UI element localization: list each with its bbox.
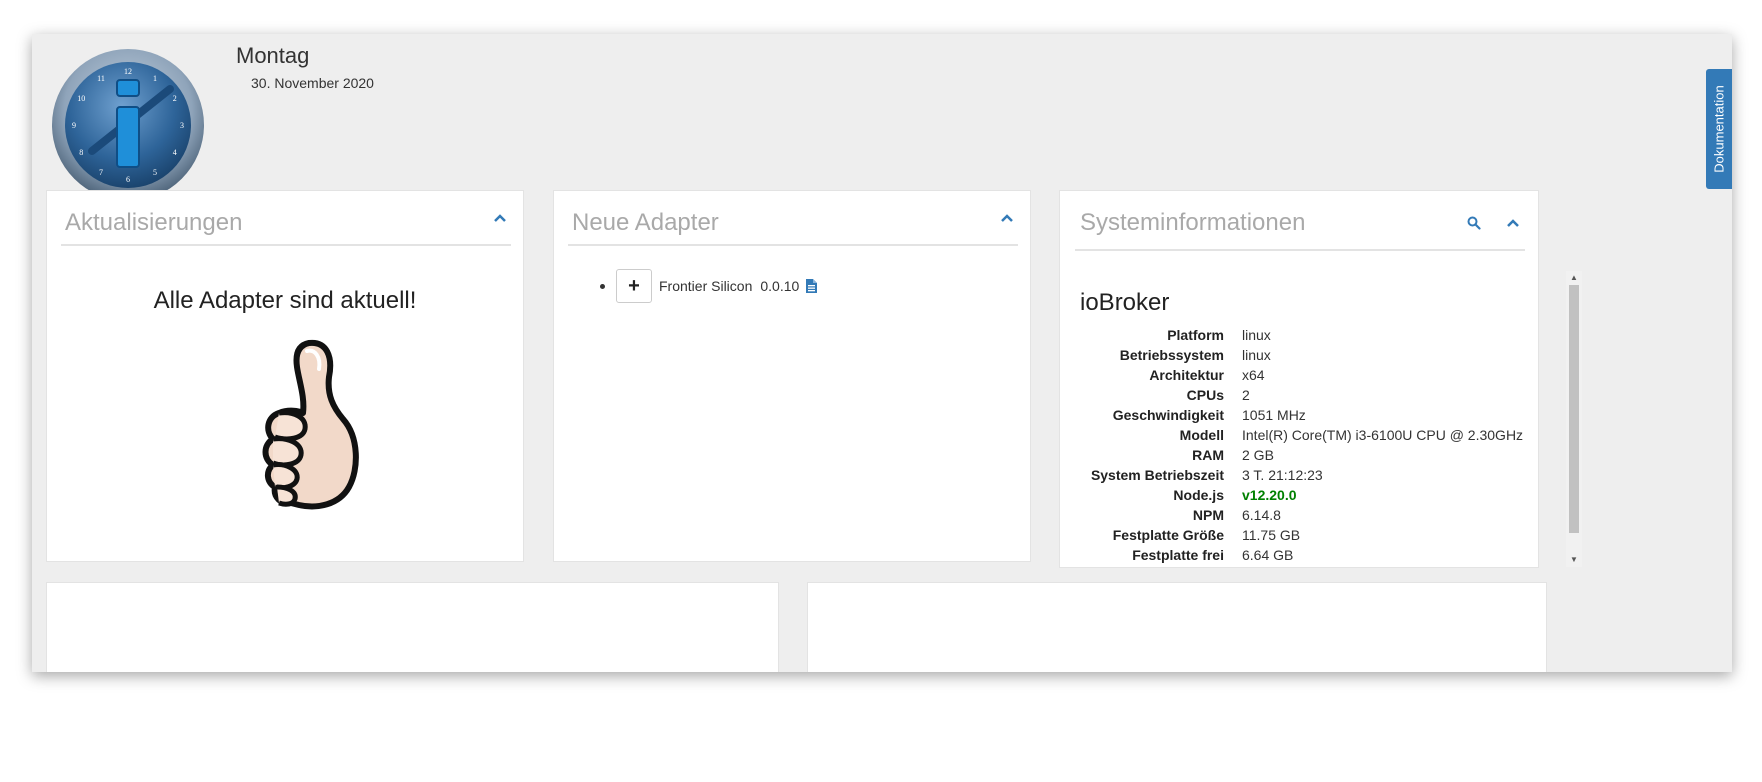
new-adapters-card: Neue Adapter + Frontier Silicon 0.0.10 [553, 190, 1031, 562]
info-value: linux [1242, 347, 1271, 363]
table-row: CPUs 2 [1080, 385, 1523, 405]
adapter-version: 0.0.10 [760, 278, 800, 294]
info-value: 11.75 GB [1242, 527, 1301, 543]
system-info-card: Systeminformationen ioBroker Platform lin… [1059, 190, 1582, 568]
table-row: System Betriebszeit 3 T. 21:12:23 [1080, 465, 1523, 485]
thumbs-up-icon [262, 339, 359, 510]
lower-left-card [46, 582, 779, 672]
clock-number: 6 [126, 175, 130, 184]
info-value: 1051 MHz [1242, 407, 1306, 423]
info-value: 6.64 GB [1242, 547, 1294, 563]
list-item: + Frontier Silicon 0.0.10 [600, 269, 818, 303]
scrollbar-thumb[interactable] [1569, 285, 1579, 533]
info-value: Intel(R) Core(TM) i3-6100U CPU @ 2.30GHz [1242, 427, 1524, 443]
chevron-up-icon[interactable] [1506, 216, 1520, 230]
info-key: Geschwindigkeit [1112, 407, 1224, 423]
updates-status-text: Alle Adapter sind aktuell! [153, 287, 417, 314]
info-value: v12.20.0 [1242, 487, 1297, 503]
system-info-divider [1075, 249, 1525, 251]
info-value: linux [1242, 327, 1271, 343]
lower-right-card [807, 582, 1547, 672]
table-row: Betriebssystem linux [1080, 345, 1523, 365]
new-adapters-divider [568, 244, 1018, 246]
info-key: Architektur [1149, 367, 1224, 383]
clock-number: 4 [173, 148, 177, 157]
header: 12 1 2 3 4 5 6 7 8 9 10 11 Montag 30. November 2020… [32, 34, 1732, 210]
system-info-content[interactable]: ioBroker Platform linux Betriebssystem linu… [1080, 273, 1526, 565]
table-row: Architektur x64 [1080, 365, 1523, 385]
system-heading: ioBroker [1080, 289, 1170, 316]
document-icon[interactable] [806, 279, 818, 293]
documentation-tab[interactable]: Dokumentation [1706, 69, 1732, 189]
updates-title: Aktualisierungen [65, 209, 243, 236]
table-row: Geschwindigkeit 1051 MHz [1080, 405, 1523, 425]
info-key: NPM [1192, 507, 1224, 523]
clock-number: 12 [124, 67, 132, 76]
chevron-up-icon[interactable] [493, 211, 507, 225]
info-key: Platform [1167, 327, 1224, 343]
table-row: Node.js v12.20.0 [1080, 485, 1523, 505]
clock-number: 2 [173, 94, 177, 103]
chevron-up-icon[interactable] [1000, 211, 1014, 225]
info-value: 2 [1242, 387, 1250, 403]
info-value: x64 [1242, 367, 1265, 383]
system-info-table: Platform linux Betriebssystem linux Architek… [1080, 325, 1523, 565]
table-row: Modell Intel(R) Core(TM) i3-6100U CPU @ 2… [1080, 425, 1523, 445]
table-row: NPM 6.14.8 [1080, 505, 1523, 525]
info-key: Node.js [1173, 487, 1224, 503]
info-value: 2 GB [1242, 447, 1274, 463]
documentation-tab-label: Dokumentation [1711, 85, 1727, 173]
adapter-name: Frontier Silicon [659, 278, 753, 294]
admin-window: 12 1 2 3 4 5 6 7 8 9 10 11 Montag 30. November 2020… [32, 34, 1732, 672]
info-value: 6.14.8 [1242, 507, 1281, 523]
table-row: Platform linux [1080, 325, 1523, 345]
logo-i-stem [116, 106, 140, 168]
clock-number: 11 [97, 74, 105, 83]
info-key: RAM [1192, 447, 1224, 463]
info-value: 3 T. 21:12:23 [1242, 467, 1323, 483]
weekday: Montag [236, 43, 310, 68]
list-bullet [600, 283, 605, 289]
clock-number: 3 [180, 121, 184, 130]
search-icon[interactable] [1467, 216, 1481, 230]
system-info-title: Systeminformationen [1080, 209, 1306, 236]
info-key: CPUs [1186, 387, 1224, 403]
iobroker-clock-logo: 121234567891011 [52, 49, 204, 201]
current-date: 30. November 2020 [251, 75, 374, 91]
scroll-down-arrow[interactable]: ▼ [1566, 553, 1582, 567]
add-adapter-button[interactable]: + [616, 269, 652, 303]
info-key: Festplatte Größe [1112, 527, 1224, 543]
clock-number: 9 [72, 121, 76, 130]
logo-i-dot [116, 79, 140, 97]
clock-number: 5 [153, 168, 157, 177]
table-row: Festplatte frei 6.64 GB [1080, 545, 1523, 565]
info-key: Festplatte frei [1132, 547, 1224, 563]
new-adapters-title: Neue Adapter [572, 209, 719, 236]
table-row: Festplatte Größe 11.75 GB [1080, 525, 1523, 545]
info-key: Modell [1179, 427, 1224, 443]
clock-number: 7 [99, 168, 103, 177]
table-row: RAM 2 GB [1080, 445, 1523, 465]
updates-divider [61, 244, 511, 246]
info-key: Betriebssystem [1119, 347, 1224, 363]
scroll-up-arrow[interactable]: ▲ [1566, 271, 1582, 285]
clock-number: 10 [77, 94, 85, 103]
updates-card: Aktualisierungen Alle Adapter sind aktue… [46, 190, 524, 562]
clock-number: 1 [153, 74, 157, 83]
system-info-scrollbar[interactable]: ▲ ▼ [1566, 271, 1582, 567]
clock-number: 8 [79, 148, 83, 157]
info-key: System Betriebszeit [1090, 467, 1224, 483]
